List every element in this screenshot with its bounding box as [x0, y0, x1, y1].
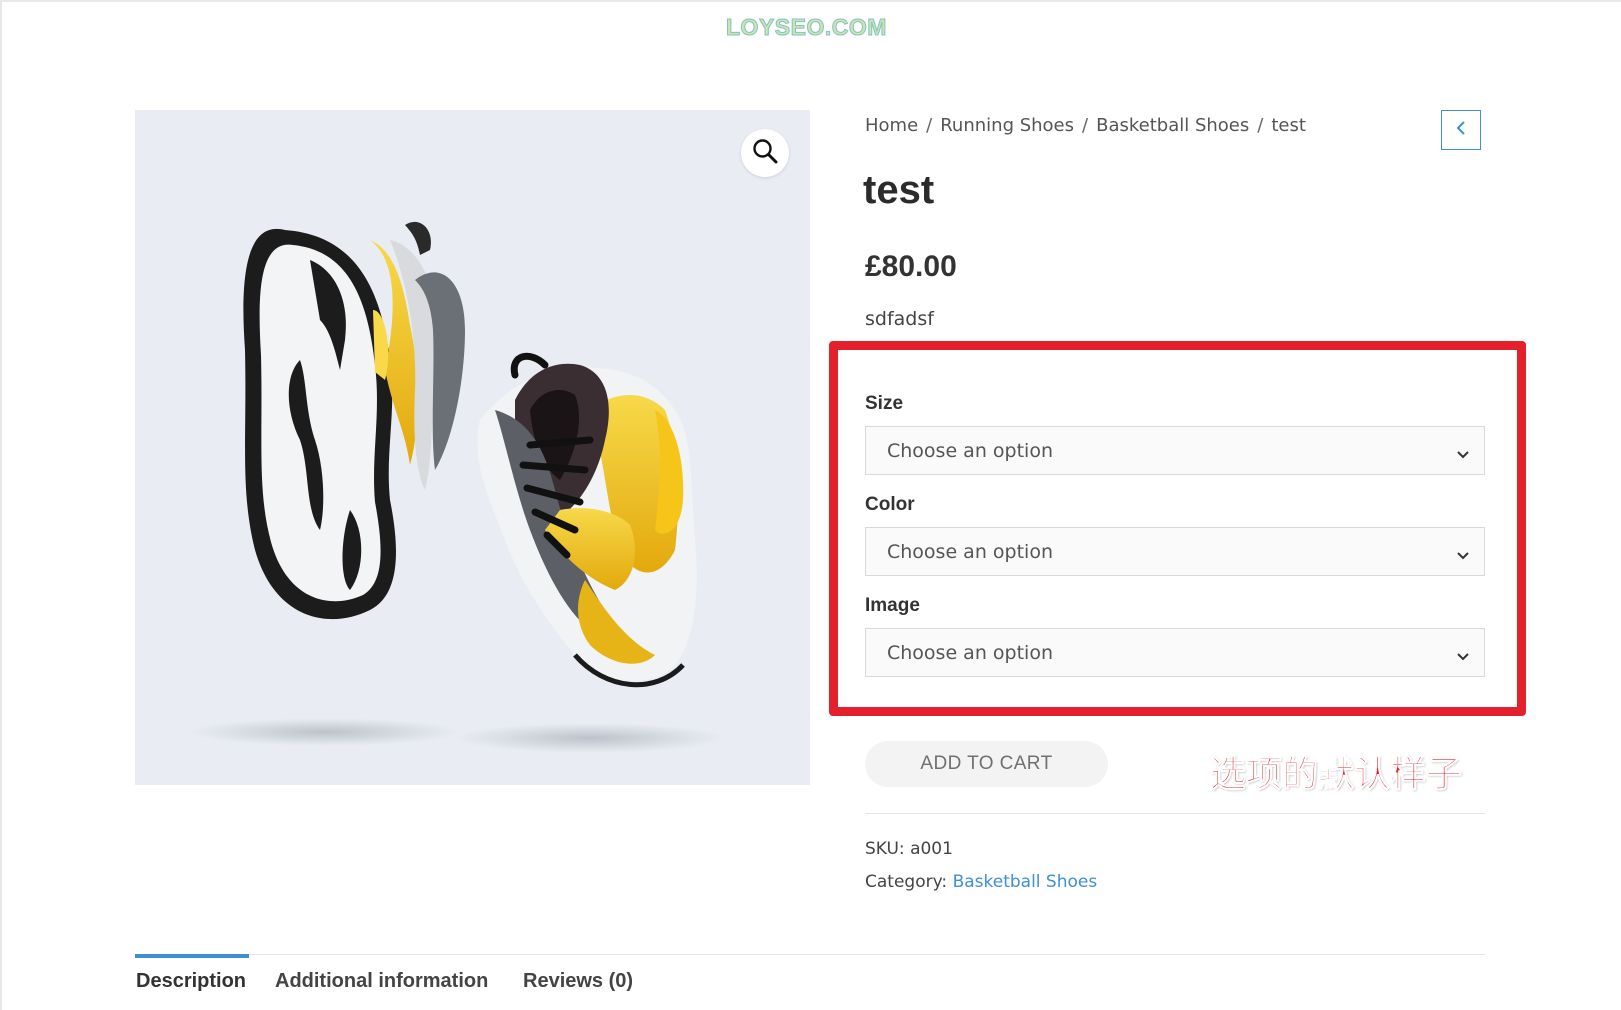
color-select-value: Choose an option	[887, 540, 1053, 563]
size-label: Size	[865, 393, 904, 414]
category-label: Category:	[865, 872, 948, 892]
breadcrumb-current: test	[1271, 115, 1306, 136]
size-select[interactable]: Choose an option	[865, 426, 1485, 475]
tabs-divider	[135, 954, 1485, 955]
divider	[865, 813, 1485, 814]
active-tab-indicator	[135, 954, 249, 958]
tab-description[interactable]: Description	[136, 970, 246, 993]
product-price: £80.00	[865, 250, 957, 283]
image-select-value: Choose an option	[887, 641, 1053, 664]
chevron-down-icon	[1456, 443, 1470, 465]
breadcrumb: Home / Running Shoes / Basketball Shoes / test	[865, 115, 1306, 136]
shoes-illustration	[190, 221, 725, 753]
annotation-text: 选项的默认样子	[1209, 754, 1463, 796]
breadcrumb-home[interactable]: Home	[865, 115, 918, 136]
category-link[interactable]: Basketball Shoes	[953, 872, 1098, 892]
product-short-description: sdfadsf	[865, 308, 934, 330]
breadcrumb-separator: /	[926, 115, 933, 136]
breadcrumb-basketball-shoes[interactable]: Basketball Shoes	[1096, 115, 1249, 136]
image-label: Image	[865, 595, 920, 616]
product-sku: SKU: a001	[865, 839, 953, 859]
zoom-button[interactable]	[741, 129, 789, 177]
breadcrumb-separator: /	[1257, 115, 1264, 136]
chevron-down-icon	[1456, 645, 1470, 667]
breadcrumb-running-shoes[interactable]: Running Shoes	[940, 115, 1074, 136]
chevron-down-icon	[1456, 544, 1470, 566]
color-label: Color	[865, 494, 915, 515]
tab-additional-information[interactable]: Additional information	[275, 970, 488, 993]
product-title: test	[863, 168, 935, 212]
frame-border-top	[0, 0, 1621, 2]
add-to-cart-button[interactable]: ADD TO CART	[865, 741, 1108, 787]
watermark-logo: LOYSEO.COM	[726, 14, 887, 41]
product-image[interactable]	[135, 110, 810, 785]
frame-border-left	[0, 0, 2, 1010]
magnifier-icon	[752, 138, 778, 168]
product-category: Category: Basketball Shoes	[865, 872, 1097, 892]
back-button[interactable]	[1441, 110, 1481, 150]
breadcrumb-separator: /	[1082, 115, 1089, 136]
size-select-value: Choose an option	[887, 439, 1053, 462]
tab-reviews[interactable]: Reviews (0)	[523, 970, 633, 993]
chevron-left-icon	[1454, 120, 1468, 140]
sku-label: SKU:	[865, 839, 905, 859]
image-select[interactable]: Choose an option	[865, 628, 1485, 677]
color-select[interactable]: Choose an option	[865, 527, 1485, 576]
sku-value: a001	[910, 839, 953, 859]
